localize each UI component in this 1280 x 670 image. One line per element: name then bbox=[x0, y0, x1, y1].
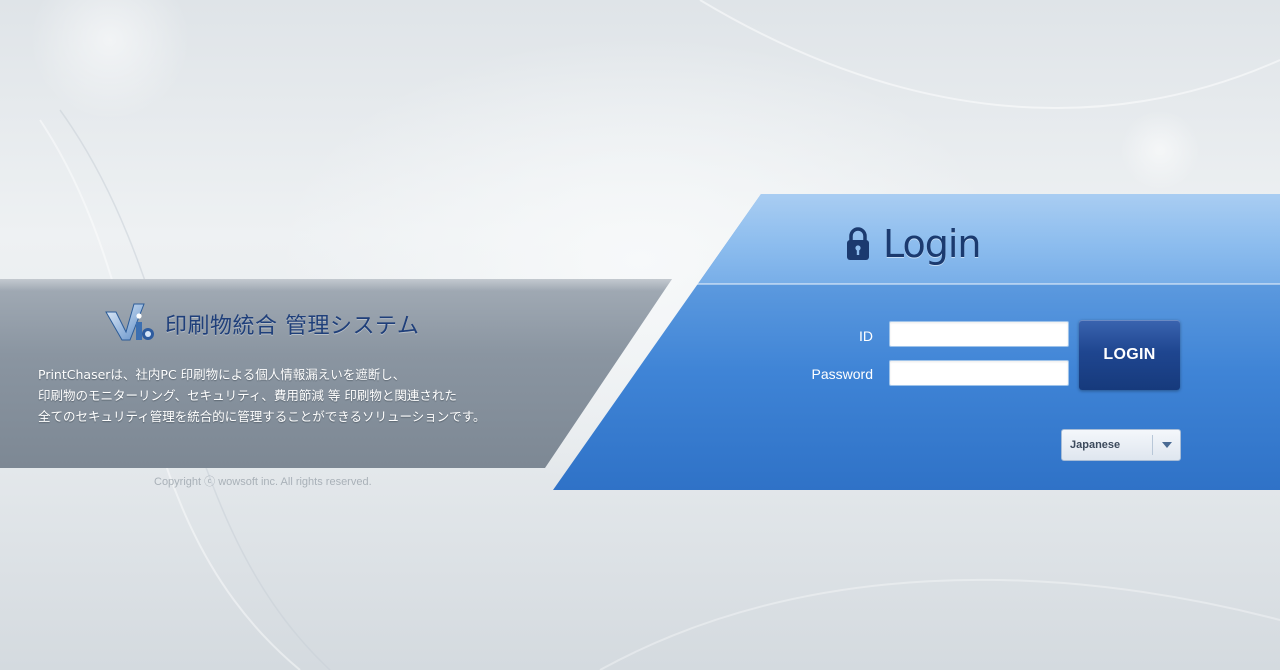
description-line: 全てのセキュリティ管理を統合的に管理することができるソリューションです。 bbox=[38, 409, 486, 424]
login-title: Login bbox=[883, 222, 982, 266]
copyright-text: Copyright ⓒ wowsoft inc. All rights rese… bbox=[154, 476, 372, 488]
info-panel-highlight bbox=[0, 279, 672, 291]
description-line: 印刷物のモニターリング、セキュリティ、費用節減 等 印刷物と関連された bbox=[38, 388, 457, 403]
vi-logo-icon bbox=[105, 303, 154, 341]
id-label: ID bbox=[859, 328, 873, 344]
language-selected-value: Japanese bbox=[1070, 439, 1121, 451]
login-page: 印刷物統合 管理システム PrintChaserは、社内PC 印刷物による個人情… bbox=[0, 0, 1280, 670]
language-select[interactable]: Japanese bbox=[1061, 429, 1181, 461]
chevron-down-icon-shape bbox=[1161, 442, 1172, 448]
lock-icon bbox=[847, 227, 869, 260]
chevron-down-icon[interactable] bbox=[1153, 430, 1180, 460]
product-description: PrintChaserは、社内PC 印刷物による個人情報漏えいを遮断し、 印刷物… bbox=[38, 364, 558, 427]
login-button[interactable]: LOGIN bbox=[1079, 320, 1180, 390]
brand-title: 印刷物統合 管理システム bbox=[165, 314, 420, 339]
description-line: PrintChaserは、社内PC 印刷物による個人情報漏えいを遮断し、 bbox=[38, 367, 406, 382]
password-input[interactable] bbox=[889, 360, 1069, 386]
id-input[interactable] bbox=[889, 321, 1069, 347]
password-label: Password bbox=[811, 366, 873, 382]
